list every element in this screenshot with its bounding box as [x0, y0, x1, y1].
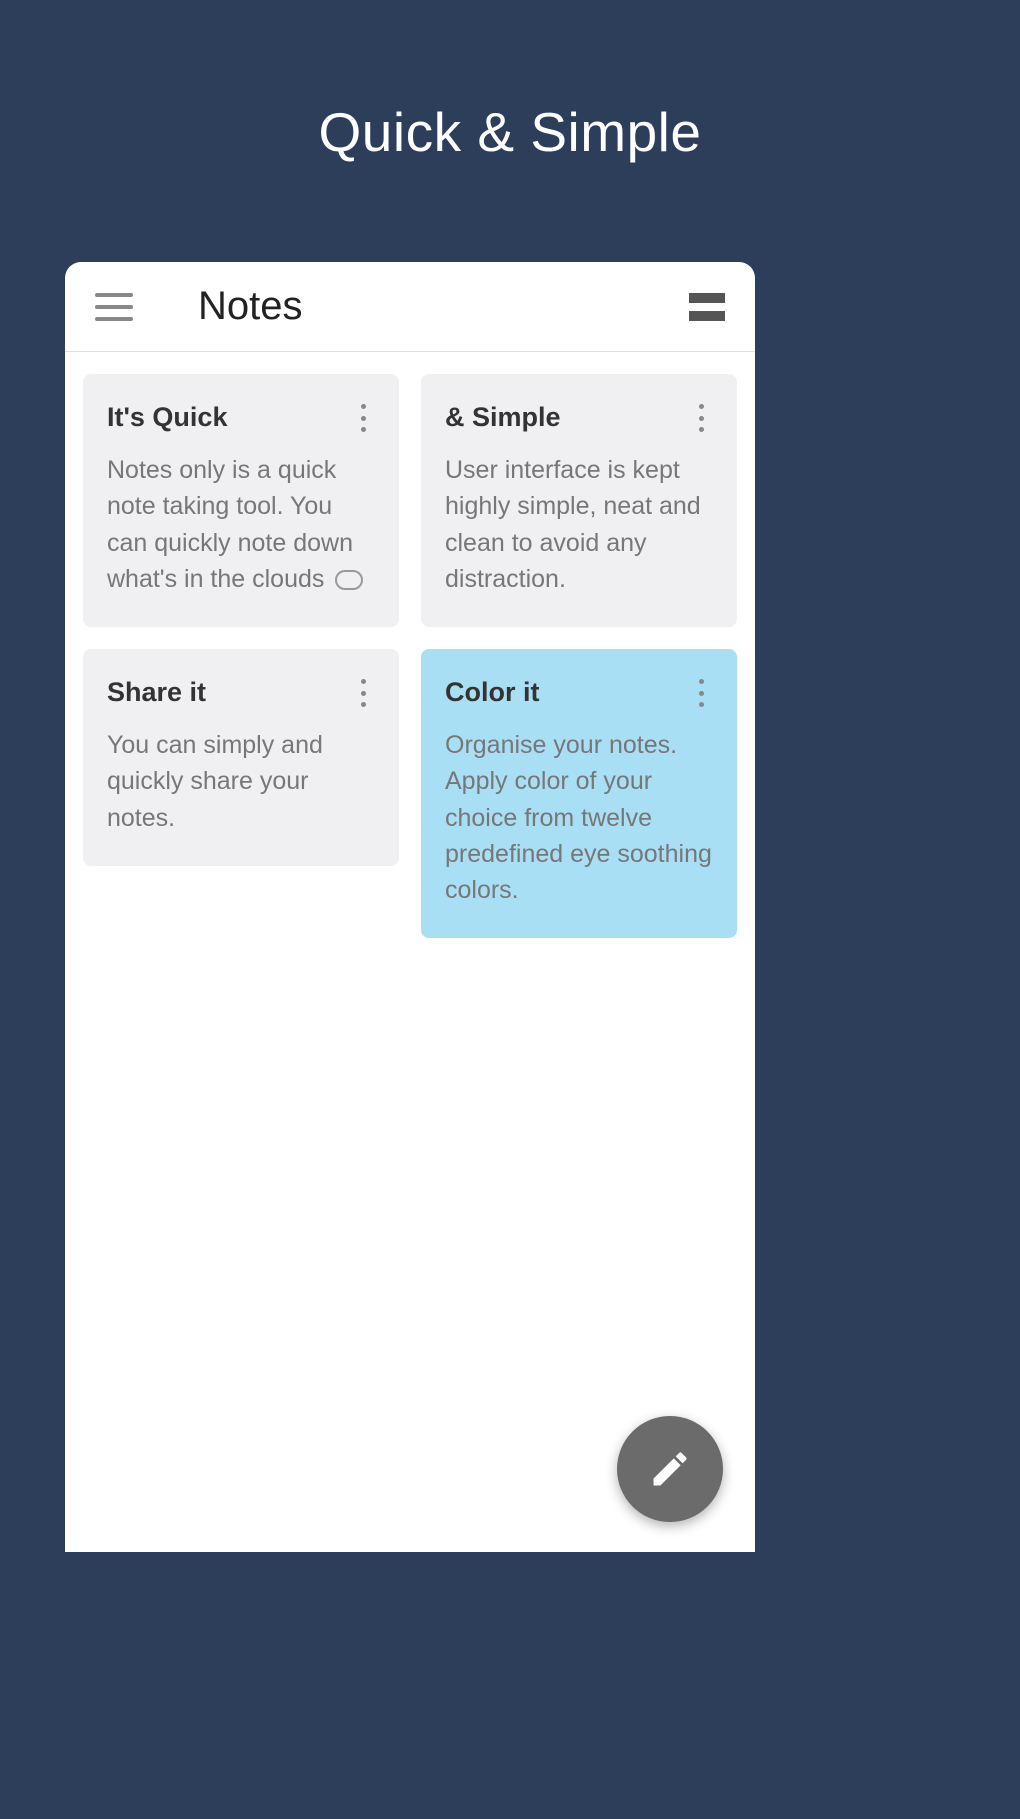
note-body: Organise your notes. Apply color of your… [445, 727, 713, 908]
app-header: Notes [65, 262, 755, 352]
note-card[interactable]: Color it Organise your notes. Apply colo… [421, 649, 737, 938]
app-body: It's Quick Notes only is a quick note ta… [65, 352, 755, 1552]
note-title: It's Quick [107, 402, 227, 433]
more-vertical-icon[interactable] [689, 677, 713, 709]
hamburger-menu-icon[interactable] [95, 293, 133, 321]
more-vertical-icon[interactable] [351, 402, 375, 434]
more-vertical-icon[interactable] [689, 402, 713, 434]
more-vertical-icon[interactable] [351, 677, 375, 709]
view-toggle-icon[interactable] [689, 293, 725, 321]
compose-fab-button[interactable] [617, 1416, 723, 1522]
app-screen: Notes It's Quick Notes only is a quick n… [65, 262, 755, 1552]
notes-column-left: It's Quick Notes only is a quick note ta… [83, 374, 399, 938]
cloud-icon [335, 570, 363, 590]
note-title: Color it [445, 677, 540, 708]
notes-column-right: & Simple User interface is kept highly s… [421, 374, 737, 938]
note-body: You can simply and quickly share your no… [107, 727, 375, 836]
note-card[interactable]: It's Quick Notes only is a quick note ta… [83, 374, 399, 627]
note-body: User interface is kept highly simple, ne… [445, 452, 713, 597]
note-card[interactable]: & Simple User interface is kept highly s… [421, 374, 737, 627]
note-title: & Simple [445, 402, 561, 433]
note-card[interactable]: Share it You can simply and quickly shar… [83, 649, 399, 866]
notes-grid: It's Quick Notes only is a quick note ta… [65, 352, 755, 960]
promo-title: Quick & Simple [0, 0, 1020, 164]
pencil-icon [648, 1447, 692, 1491]
note-body: Notes only is a quick note taking tool. … [107, 452, 375, 597]
app-title: Notes [198, 284, 303, 329]
note-title: Share it [107, 677, 206, 708]
